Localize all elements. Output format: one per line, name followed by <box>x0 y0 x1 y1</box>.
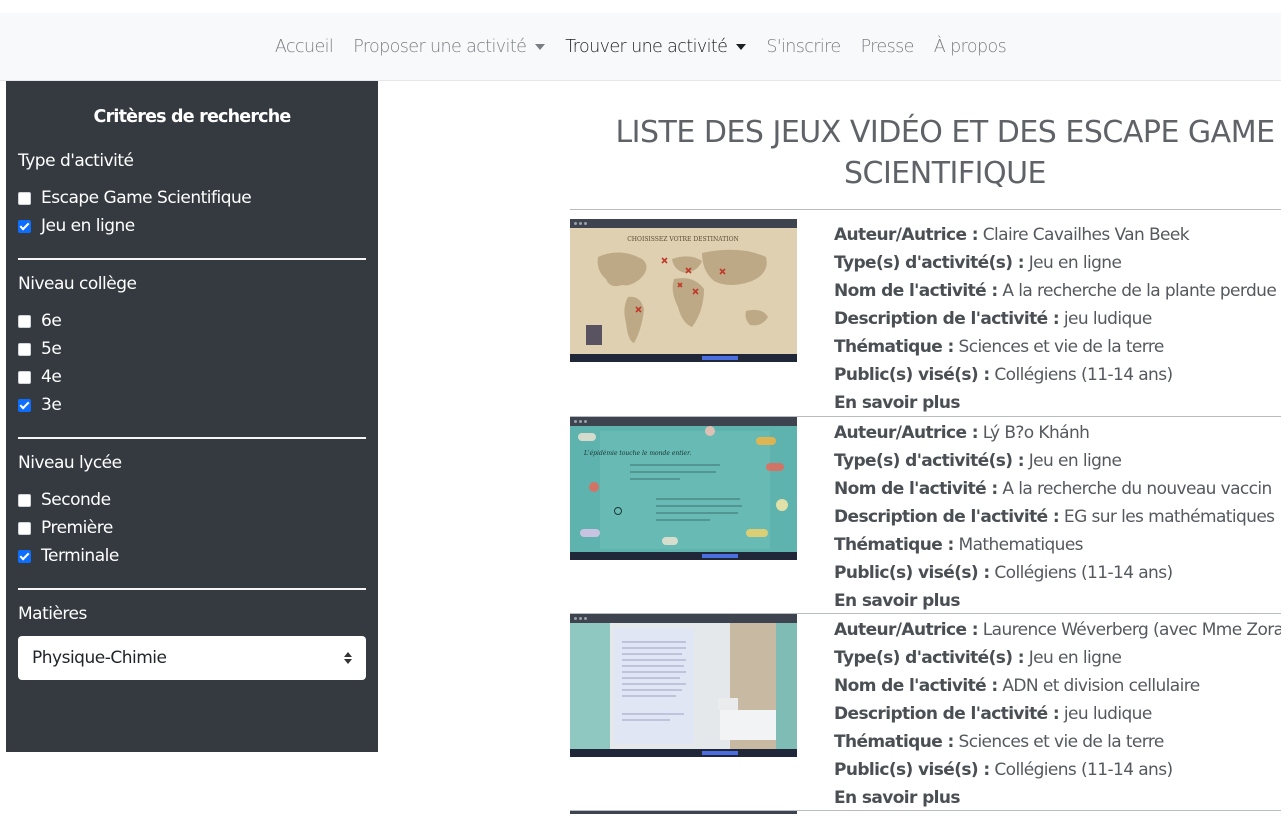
filter-4e[interactable]: 4e <box>18 363 366 391</box>
checkbox[interactable] <box>18 493 31 507</box>
author-line: Auteur/Autrice : Laurence Wéverberg (ave… <box>834 620 1281 640</box>
filter-terminale[interactable]: Terminale <box>18 542 366 570</box>
theme-line: Thématique : Mathematiques <box>834 535 1084 555</box>
main-navbar: Accueil Proposer une activité Trouver un… <box>0 13 1281 81</box>
activity-info: Auteur/Autrice : Lý B?o Khánh Type(s) d'… <box>834 419 1275 615</box>
checkbox-checked[interactable] <box>18 549 31 563</box>
nav-a-propos[interactable]: À propos <box>924 37 1016 57</box>
checkbox[interactable] <box>18 370 31 384</box>
author-line: Auteur/Autrice : Claire Cavailhes Van Be… <box>834 225 1190 245</box>
caret-down-icon <box>736 44 747 50</box>
room-thumbnail-image <box>570 614 797 757</box>
name-line: Nom de l'activité : ADN et division cell… <box>834 676 1200 696</box>
learn-more-link[interactable]: En savoir plus <box>834 784 1281 812</box>
thumbnail-toolbar <box>570 219 797 228</box>
activity-thumbnail[interactable]: L'épidémie touche le monde entier. <box>570 417 797 560</box>
activity-thumbnail[interactable]: CHOISISSEZ VOTRE DESTINATION <box>570 219 797 362</box>
divider <box>18 437 366 439</box>
filter-3e[interactable]: 3e <box>18 391 366 419</box>
filter-jeu-en-ligne[interactable]: Jeu en ligne <box>18 212 366 240</box>
activity-thumbnail[interactable] <box>570 614 797 757</box>
search-criteria-sidebar: Critères de recherche Type d'activité Es… <box>6 81 378 752</box>
description-line: Description de l'activité : EG sur les m… <box>834 507 1275 527</box>
world-map-thumbnail-image: CHOISISSEZ VOTRE DESTINATION <box>570 219 797 362</box>
name-line: Nom de l'activité : A la recherche de la… <box>834 281 1277 301</box>
thumbnail-footer <box>570 552 797 560</box>
author-line: Auteur/Autrice : Lý B?o Khánh <box>834 423 1090 443</box>
type-line: Type(s) d'activité(s) : Jeu en ligne <box>834 253 1122 273</box>
audience-line: Public(s) visé(s) : Collégiens (11-14 an… <box>834 365 1173 385</box>
name-line: Nom de l'activité : A la recherche du no… <box>834 479 1272 499</box>
thumbnail-toolbar <box>570 417 797 426</box>
thumbnail-toolbar <box>570 614 797 623</box>
subject-select[interactable]: Physique-Chimie <box>18 636 366 680</box>
audience-line: Public(s) visé(s) : Collégiens (11-14 an… <box>834 760 1173 780</box>
filter-escape-game[interactable]: Escape Game Scientifique <box>18 184 366 212</box>
description-line: Description de l'activité : jeu ludique <box>834 309 1152 329</box>
subjects-heading: Matières <box>18 604 87 624</box>
thumbnail-footer <box>570 749 797 757</box>
svg-text:CHOISISSEZ VOTRE DESTINATION: CHOISISSEZ VOTRE DESTINATION <box>627 236 739 243</box>
nav-accueil[interactable]: Accueil <box>265 37 343 57</box>
filter-6e[interactable]: 6e <box>18 307 366 335</box>
nav-trouver-activite[interactable]: Trouver une activité <box>555 37 756 57</box>
filter-premiere[interactable]: Première <box>18 514 366 542</box>
lycee-level-heading: Niveau lycée <box>18 453 122 473</box>
divider <box>18 258 366 260</box>
nav-inscrire[interactable]: S'inscrire <box>756 37 850 57</box>
activity-card: L'épidémie touche le monde entier. Auteu… <box>570 408 1281 611</box>
activity-info: Auteur/Autrice : Laurence Wéverberg (ave… <box>834 616 1281 812</box>
nav-proposer-activite[interactable]: Proposer une activité <box>343 37 555 57</box>
divider <box>18 588 366 590</box>
select-arrows-icon <box>344 652 352 664</box>
checkbox[interactable] <box>18 191 31 205</box>
filter-5e[interactable]: 5e <box>18 335 366 363</box>
activity-card: Auteur/Autrice : Laurence Wéverberg (ave… <box>570 605 1281 808</box>
filter-seconde[interactable]: Seconde <box>18 486 366 514</box>
type-line: Type(s) d'activité(s) : Jeu en ligne <box>834 451 1122 471</box>
audience-line: Public(s) visé(s) : Collégiens (11-14 an… <box>834 563 1173 583</box>
activity-type-heading: Type d'activité <box>18 151 134 171</box>
checkbox-checked[interactable] <box>18 398 31 412</box>
vaccine-thumbnail-image: L'épidémie touche le monde entier. <box>570 417 797 560</box>
nav-presse[interactable]: Presse <box>851 37 924 57</box>
checkbox[interactable] <box>18 521 31 535</box>
activity-card: CHOISISSEZ VOTRE DESTINATION Auteur/Autr… <box>570 210 1281 413</box>
svg-text:L'épidémie touche le monde ent: L'épidémie touche le monde entier. <box>583 450 691 457</box>
thumbnail-footer <box>570 354 797 362</box>
page-title: LISTE DES JEUX VIDÉO ET DES ESCAPE GAME … <box>615 115 1275 191</box>
sidebar-title: Critères de recherche <box>93 107 292 127</box>
theme-line: Thématique : Sciences et vie de la terre <box>834 732 1164 752</box>
top-band <box>0 0 1281 13</box>
checkbox-checked[interactable] <box>18 219 31 233</box>
activity-info: Auteur/Autrice : Claire Cavailhes Van Be… <box>834 221 1277 417</box>
caret-down-icon <box>535 44 546 50</box>
checkbox[interactable] <box>18 342 31 356</box>
college-level-heading: Niveau collège <box>18 274 137 294</box>
type-line: Type(s) d'activité(s) : Jeu en ligne <box>834 648 1122 668</box>
theme-line: Thématique : Sciences et vie de la terre <box>834 337 1164 357</box>
description-line: Description de l'activité : jeu ludique <box>834 704 1152 724</box>
checkbox[interactable] <box>18 314 31 328</box>
